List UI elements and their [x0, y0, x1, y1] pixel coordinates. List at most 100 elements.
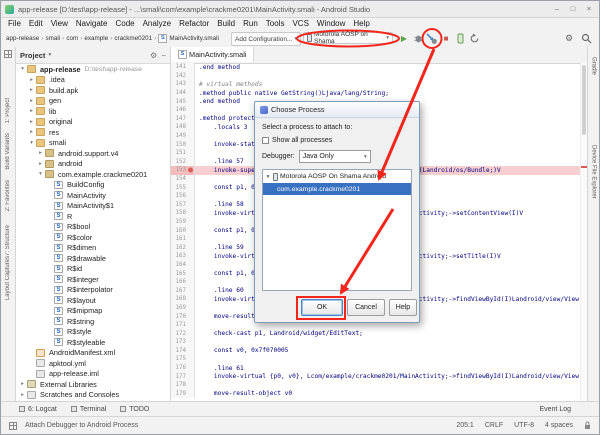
menu-refactor[interactable]: Refactor: [175, 19, 213, 28]
project-tree-item[interactable]: ▾ app-release D:\test\app-release: [16, 64, 170, 75]
minimize-button[interactable]: –: [549, 2, 565, 16]
tool-window-switcher-icon[interactable]: [4, 50, 12, 58]
breadcrumb-item[interactable]: crackme0201: [114, 35, 152, 42]
tree-chevron-icon[interactable]: ▸: [28, 129, 35, 135]
project-tree-item[interactable]: ▸ Scratches and Consoles: [16, 390, 170, 401]
tool-window-button-todo[interactable]: TODO: [120, 406, 149, 413]
project-tree-item[interactable]: ▾ com.example.crackme0201: [16, 169, 170, 180]
project-tree-item[interactable]: S R$string: [16, 316, 170, 327]
tree-chevron-icon[interactable]: ▸: [28, 77, 35, 83]
project-tree-item[interactable]: S R$drawable: [16, 253, 170, 264]
help-button[interactable]: Help: [389, 299, 417, 316]
event-log-button[interactable]: Event Log: [539, 406, 571, 413]
sync-icon[interactable]: [467, 32, 481, 45]
scrollbar-thumb[interactable]: [582, 65, 586, 135]
code-line[interactable]: 178: [171, 380, 581, 390]
encoding-indicator[interactable]: UTF-8: [514, 422, 534, 429]
tree-chevron-icon[interactable]: ▸: [37, 150, 44, 156]
menu-analyze[interactable]: Analyze: [139, 19, 175, 28]
menu-file[interactable]: File: [4, 19, 25, 28]
menu-help[interactable]: Help: [349, 19, 373, 28]
process-row-selected[interactable]: com.example.crackme0201: [263, 183, 411, 195]
project-tree-item[interactable]: S MainActivity$1: [16, 201, 170, 212]
project-tree-item[interactable]: ▸ android: [16, 159, 170, 170]
project-tree-item[interactable]: S R$style: [16, 327, 170, 338]
project-tree-item[interactable]: ▸ res: [16, 127, 170, 138]
project-tree-item[interactable]: S R$id: [16, 264, 170, 275]
project-tree-item[interactable]: S R$mipmap: [16, 306, 170, 317]
project-tree-item[interactable]: S R$interpolator: [16, 285, 170, 296]
project-tree-item[interactable]: ▸ gen: [16, 96, 170, 107]
tree-chevron-icon[interactable]: ▸: [28, 98, 35, 104]
tree-expand-icon[interactable]: ▾: [265, 174, 271, 180]
code-line[interactable]: 142: [171, 71, 581, 81]
tree-chevron-icon[interactable]: ▸: [28, 87, 35, 93]
code-line[interactable]: 144 .method public native GetString()Ljav…: [171, 88, 581, 98]
code-line[interactable]: 172 check-cast p1, Landroid/widget/EditT…: [171, 329, 581, 338]
menu-code[interactable]: Code: [111, 19, 138, 28]
code-line[interactable]: 176 .line 61: [171, 363, 581, 373]
project-tree-item[interactable]: S R$color: [16, 232, 170, 243]
menu-tools[interactable]: Tools: [262, 19, 289, 28]
code-line[interactable]: 143 # virtual methods: [171, 80, 581, 89]
close-button[interactable]: ×: [581, 2, 597, 16]
show-all-processes-checkbox[interactable]: Show all processes: [262, 137, 412, 144]
caret-position[interactable]: 205:1: [456, 422, 474, 429]
menu-edit[interactable]: Edit: [25, 19, 47, 28]
debug-icon[interactable]: [411, 32, 425, 45]
tree-chevron-icon[interactable]: ▸: [19, 381, 26, 387]
tool-window-button-terminal[interactable]: Terminal: [70, 406, 106, 413]
project-tree-item[interactable]: S R$layout: [16, 295, 170, 306]
stop-icon[interactable]: ■: [439, 32, 453, 45]
run-configuration-selector[interactable]: Add Configuration... ▾: [231, 32, 302, 46]
attach-debugger-icon[interactable]: [425, 32, 439, 45]
search-icon[interactable]: [579, 32, 593, 45]
project-tree-item[interactable]: S R$integer: [16, 274, 170, 285]
device-row[interactable]: ▾ Motorola AOSP On Shama Android: [263, 170, 411, 183]
cancel-button[interactable]: Cancel: [347, 299, 385, 316]
tool-window-button-1-project[interactable]: 1: Project: [5, 98, 11, 123]
project-tree-item[interactable]: app-release.iml: [16, 369, 170, 380]
project-tree-item[interactable]: S R$styleable: [16, 337, 170, 348]
project-tree-item[interactable]: ▸ .idea: [16, 75, 170, 86]
tool-window-quick-access-icon[interactable]: [9, 421, 17, 430]
project-tree-item[interactable]: apktool.yml: [16, 358, 170, 369]
breadcrumb-item[interactable]: com: [66, 35, 78, 42]
run-icon[interactable]: ▶: [397, 32, 411, 45]
code-line[interactable]: 175: [171, 355, 581, 364]
code-line[interactable]: 174 const v0, 0x7f070005: [171, 346, 581, 356]
menu-view[interactable]: View: [47, 19, 72, 28]
tool-window-button-gradle[interactable]: Gradle: [591, 57, 597, 75]
settings-gear-icon[interactable]: ⚙: [150, 51, 157, 60]
project-tree-item[interactable]: ▸ External Libraries: [16, 379, 170, 390]
debugger-select[interactable]: Java Only ▾: [298, 150, 371, 163]
menu-navigate[interactable]: Navigate: [72, 19, 112, 28]
breadcrumb-item[interactable]: smali: [45, 35, 60, 42]
project-tree-item[interactable]: ▸ original: [16, 117, 170, 128]
breakpoint-icon[interactable]: [188, 167, 193, 173]
tree-chevron-icon[interactable]: ▸: [37, 161, 44, 167]
tree-chevron-icon[interactable]: ▾: [37, 171, 44, 177]
gear-icon[interactable]: ⚙: [562, 32, 576, 45]
project-tree-item[interactable]: ▸ android.support.v4: [16, 148, 170, 159]
tool-window-button-layout-captures[interactable]: Layout Captures: [5, 256, 11, 300]
menu-run[interactable]: Run: [239, 19, 262, 28]
code-line[interactable]: 179 move-result-object v0: [171, 389, 581, 399]
menu-vcs[interactable]: VCS: [288, 19, 312, 28]
project-tree-item[interactable]: S MainActivity: [16, 190, 170, 201]
project-panel-header[interactable]: Project ▾ ⚙ −: [16, 47, 170, 64]
hide-panel-icon[interactable]: −: [161, 51, 166, 60]
maximize-button[interactable]: □: [565, 2, 581, 16]
project-tree-item[interactable]: ▾ smali: [16, 138, 170, 149]
code-line[interactable]: 173: [171, 338, 581, 347]
project-tree-item[interactable]: S R$dimen: [16, 243, 170, 254]
breadcrumb-item[interactable]: example: [84, 35, 108, 42]
editor-scrollbar[interactable]: [580, 63, 587, 401]
process-list[interactable]: ▾ Motorola AOSP On Shama Android com.exa…: [262, 169, 412, 291]
tool-window-button-device-file-explorer[interactable]: Device File Explorer: [591, 145, 597, 199]
menu-window[interactable]: Window: [313, 19, 349, 28]
code-line[interactable]: 141 .end method: [171, 63, 581, 72]
device-selector[interactable]: Motorola AOSP on Shama ▾: [303, 31, 393, 45]
project-tree-item[interactable]: S BuildConfig: [16, 180, 170, 191]
tab-mainactivity-smali[interactable]: S MainActivity.smali: [171, 47, 255, 62]
